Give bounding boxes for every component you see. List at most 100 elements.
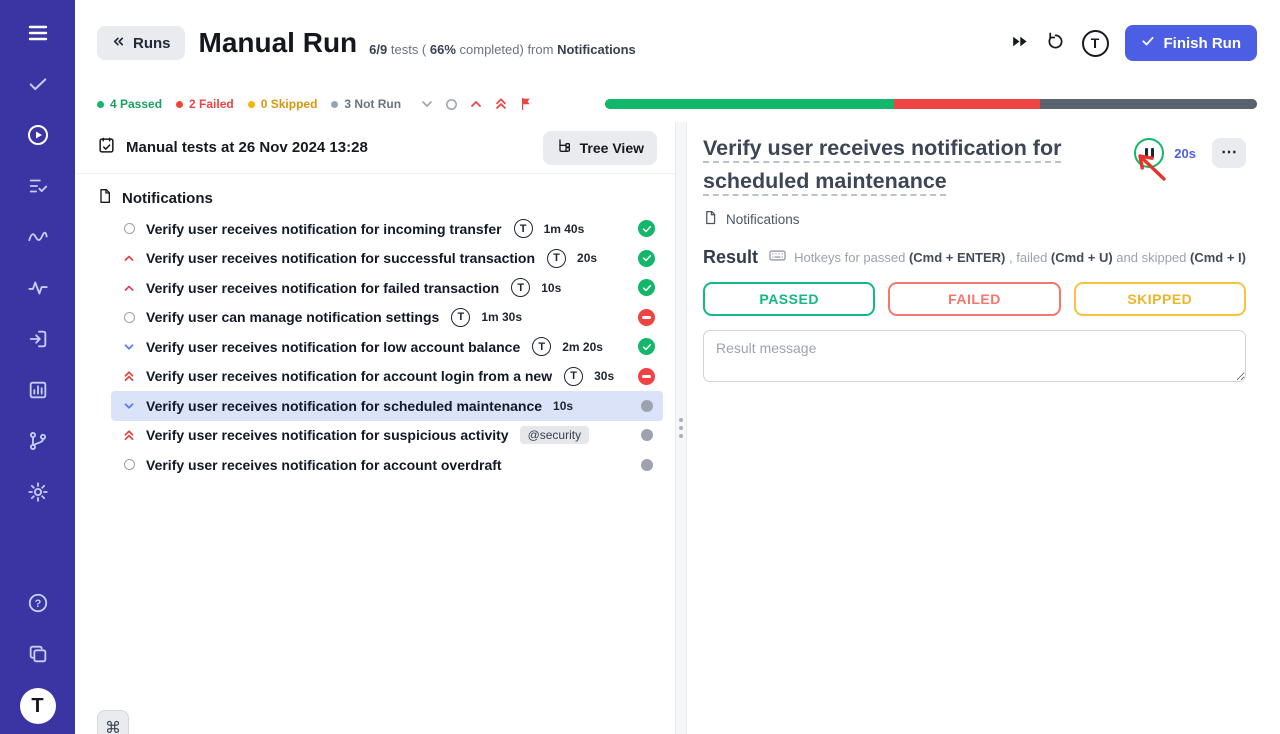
mark-skipped-button[interactable]: SKIPPED [1074,282,1246,316]
test-detail-title[interactable]: Verify user receives notification for sc… [703,132,1123,198]
breadcrumb[interactable]: Notifications [703,210,1246,228]
status-passed-icon [638,338,655,355]
priority-normal-icon [121,223,137,234]
file-icon [97,188,113,208]
mark-failed-button[interactable]: FAILED [888,282,1060,316]
status-failed-icon [638,368,655,385]
keyboard-icon [768,246,787,268]
content-split: Manual tests at 26 Nov 2024 13:28 Tree V… [75,122,1280,734]
testomat-logo-icon: T [451,308,470,327]
test-name: Verify user can manage notification sett… [146,309,439,325]
command-palette-button[interactable]: ⌘ [97,710,129,734]
sidebar-item-branches[interactable] [16,420,60,464]
check-icon [27,73,49,98]
run-progress-bar [605,99,1257,109]
progress-passed [605,99,894,109]
progress-not-run [1040,99,1257,109]
sidebar-item-pulse[interactable] [16,267,60,311]
finish-run-button[interactable]: Finish Run [1125,25,1258,61]
test-row[interactable]: Verify user receives notification for fa… [111,273,663,303]
test-row-selected[interactable]: Verify user receives notification for sc… [111,391,663,421]
passed-dot-icon [97,101,104,108]
test-duration: 10s [553,399,573,413]
more-options-button[interactable]: ⋯ [1212,138,1246,168]
test-row[interactable]: Verify user can manage notification sett… [111,303,663,333]
flag-button[interactable] [518,96,534,112]
wave-icon [27,226,49,251]
status-passed-icon [638,250,655,267]
filter-priority-critical-button[interactable] [493,96,509,112]
file-icon [703,210,718,228]
splitter-grip-icon [679,418,683,438]
test-list-header: Manual tests at 26 Nov 2024 13:28 Tree V… [75,122,675,174]
back-to-runs-label: Runs [133,35,171,52]
sidebar-item-signature[interactable] [16,216,60,260]
retry-timer-button[interactable] [1045,31,1066,55]
mark-passed-button[interactable]: PASSED [703,282,875,316]
sidebar-item-analytics[interactable] [16,369,60,413]
copy-icon [27,643,49,668]
run-progress-summary: 6/9 tests ( 66% completed) from Notifica… [369,30,636,57]
tree-view-icon [556,138,572,157]
sidebar-item-projects[interactable] [16,633,60,677]
test-name: Verify user receives notification for su… [146,250,535,266]
test-row[interactable]: Verify user receives notification for in… [111,214,663,244]
suite-group-row[interactable]: Notifications [97,182,663,214]
list-check-icon [27,175,49,200]
test-name: Verify user receives notification for ac… [146,368,552,384]
priority-normal-icon [121,459,137,470]
sidebar-item-settings[interactable] [16,471,60,515]
sidebar-item-plans[interactable] [16,165,60,209]
tree-view-button[interactable]: Tree View [543,131,657,165]
test-row[interactable]: Verify user receives notification for ac… [111,450,663,480]
sidebar-item-help[interactable]: ? [16,582,60,626]
bar-chart-icon [27,379,49,404]
testomat-logo-icon: T [1082,30,1109,57]
filter-circle-button[interactable] [444,97,459,112]
play-circle-icon [26,123,50,150]
test-name: Verify user receives notification for in… [146,221,502,237]
back-to-runs-button[interactable]: Runs [97,26,185,60]
test-row[interactable]: Verify user receives notification for ac… [111,362,663,392]
sign-in-icon [27,328,49,353]
run-report-icon [97,136,116,160]
panel-splitter[interactable] [675,122,687,734]
priority-critical-icon [121,369,137,383]
test-row[interactable]: Verify user receives notification for lo… [111,332,663,362]
testomat-logo-icon: T [532,337,551,356]
sidebar-menu-toggle[interactable] [16,12,60,56]
filter-priority-high-button[interactable] [468,96,484,112]
status-failed-icon [638,309,655,326]
status-button-group: PASSED FAILED SKIPPED [703,282,1246,316]
activity-icon [27,277,49,302]
priority-normal-icon [121,312,137,323]
test-name: Verify user receives notification for lo… [146,339,520,355]
stats-bar: 4 Passed 2 Failed 0 Skipped 3 Not Run [75,86,1280,122]
result-message-input[interactable] [703,330,1246,382]
test-row[interactable]: Verify user receives notification for su… [111,421,663,451]
not-run-dot-icon [331,101,338,108]
test-row[interactable]: Verify user receives notification for su… [111,244,663,274]
progress-failed [894,99,1039,109]
failed-dot-icon [176,101,183,108]
pause-timer-button[interactable] [1134,138,1164,168]
suite-group-label: Notifications [122,190,213,207]
app-logo[interactable]: T [20,688,56,724]
app-root: ? T Runs Manual Run 6/9 tests ( 66% comp… [0,0,1280,734]
filter-chevron-down-button[interactable] [419,96,435,112]
retry-timer-icon [1045,31,1066,55]
testomat-logo-icon: T [547,249,566,268]
status-passed-icon [638,220,655,237]
test-duration: 20s [577,251,597,265]
result-label: Result [703,247,758,268]
fast-forward-button[interactable] [1010,32,1029,54]
run-title-text: Manual tests at 26 Nov 2024 13:28 [126,139,368,156]
test-duration: 1m 40s [544,222,585,236]
sidebar-item-runs[interactable] [16,114,60,158]
sidebar-item-tests[interactable] [16,63,60,107]
status-not-run-icon [641,459,653,471]
breadcrumb-label: Notifications [726,212,800,227]
sidebar-item-logins[interactable] [16,318,60,362]
svg-text:?: ? [34,598,41,610]
branch-icon [27,430,49,455]
